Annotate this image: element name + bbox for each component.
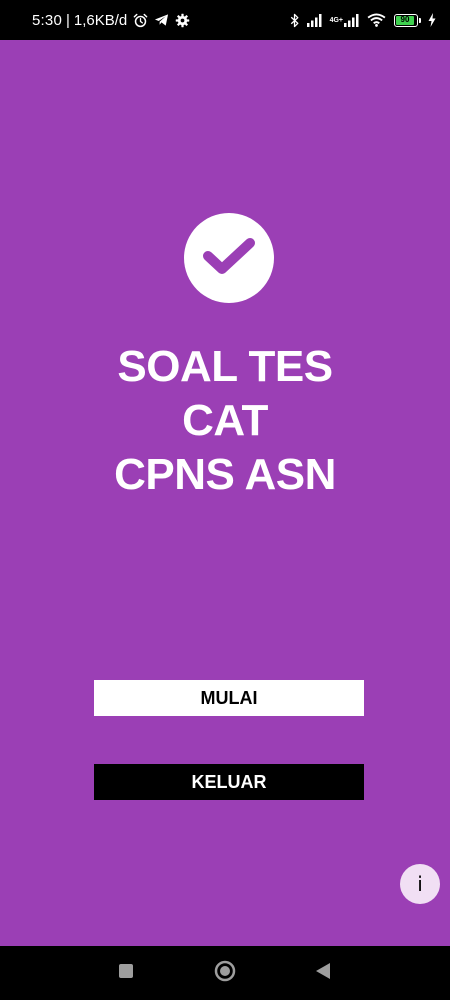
battery-level: 90 — [396, 15, 414, 25]
status-bar: 5:30 | 1,6KB/d 4G+ 90 — [0, 0, 450, 40]
battery-tip — [419, 17, 421, 23]
info-icon: i — [417, 872, 423, 896]
status-time: 5:30 — [32, 11, 62, 29]
checkmark-badge — [184, 213, 274, 303]
back-icon — [315, 962, 331, 985]
signal-4g-icon: 4G+ — [329, 13, 360, 27]
home-button[interactable] — [195, 946, 255, 1000]
alarm-icon — [133, 13, 148, 28]
checkmark-icon — [201, 235, 257, 282]
network-speed: 1,6KB/d — [73, 11, 128, 29]
battery-icon: 90 — [394, 13, 421, 27]
app-title-line-3: CPNS ASN — [114, 450, 336, 499]
app-title: SOAL TES CAT CPNS ASN — [0, 340, 450, 502]
exit-button[interactable]: KELUAR — [94, 764, 364, 800]
network-type-label: 4G+ — [329, 16, 343, 24]
start-button[interactable]: MULAI — [94, 680, 364, 716]
gear-icon — [175, 13, 190, 28]
home-icon — [214, 960, 236, 987]
info-button[interactable]: i — [400, 864, 440, 904]
navigation-bar — [0, 946, 450, 1000]
app-title-line-1: SOAL TES — [117, 342, 333, 391]
app-title-line-2: CAT — [182, 396, 268, 445]
status-separator: | — [66, 11, 70, 29]
wifi-icon — [367, 13, 386, 27]
recent-apps-button[interactable] — [96, 946, 156, 1000]
status-left: 5:30 | 1,6KB/d — [32, 12, 283, 29]
charging-icon — [428, 13, 436, 27]
status-right: 4G+ 90 — [283, 13, 436, 28]
telegram-icon — [154, 13, 169, 27]
back-button[interactable] — [293, 946, 353, 1000]
recent-apps-icon — [118, 963, 134, 984]
signal-icon — [306, 13, 323, 27]
bluetooth-icon — [290, 13, 300, 28]
battery-body: 90 — [394, 13, 418, 27]
